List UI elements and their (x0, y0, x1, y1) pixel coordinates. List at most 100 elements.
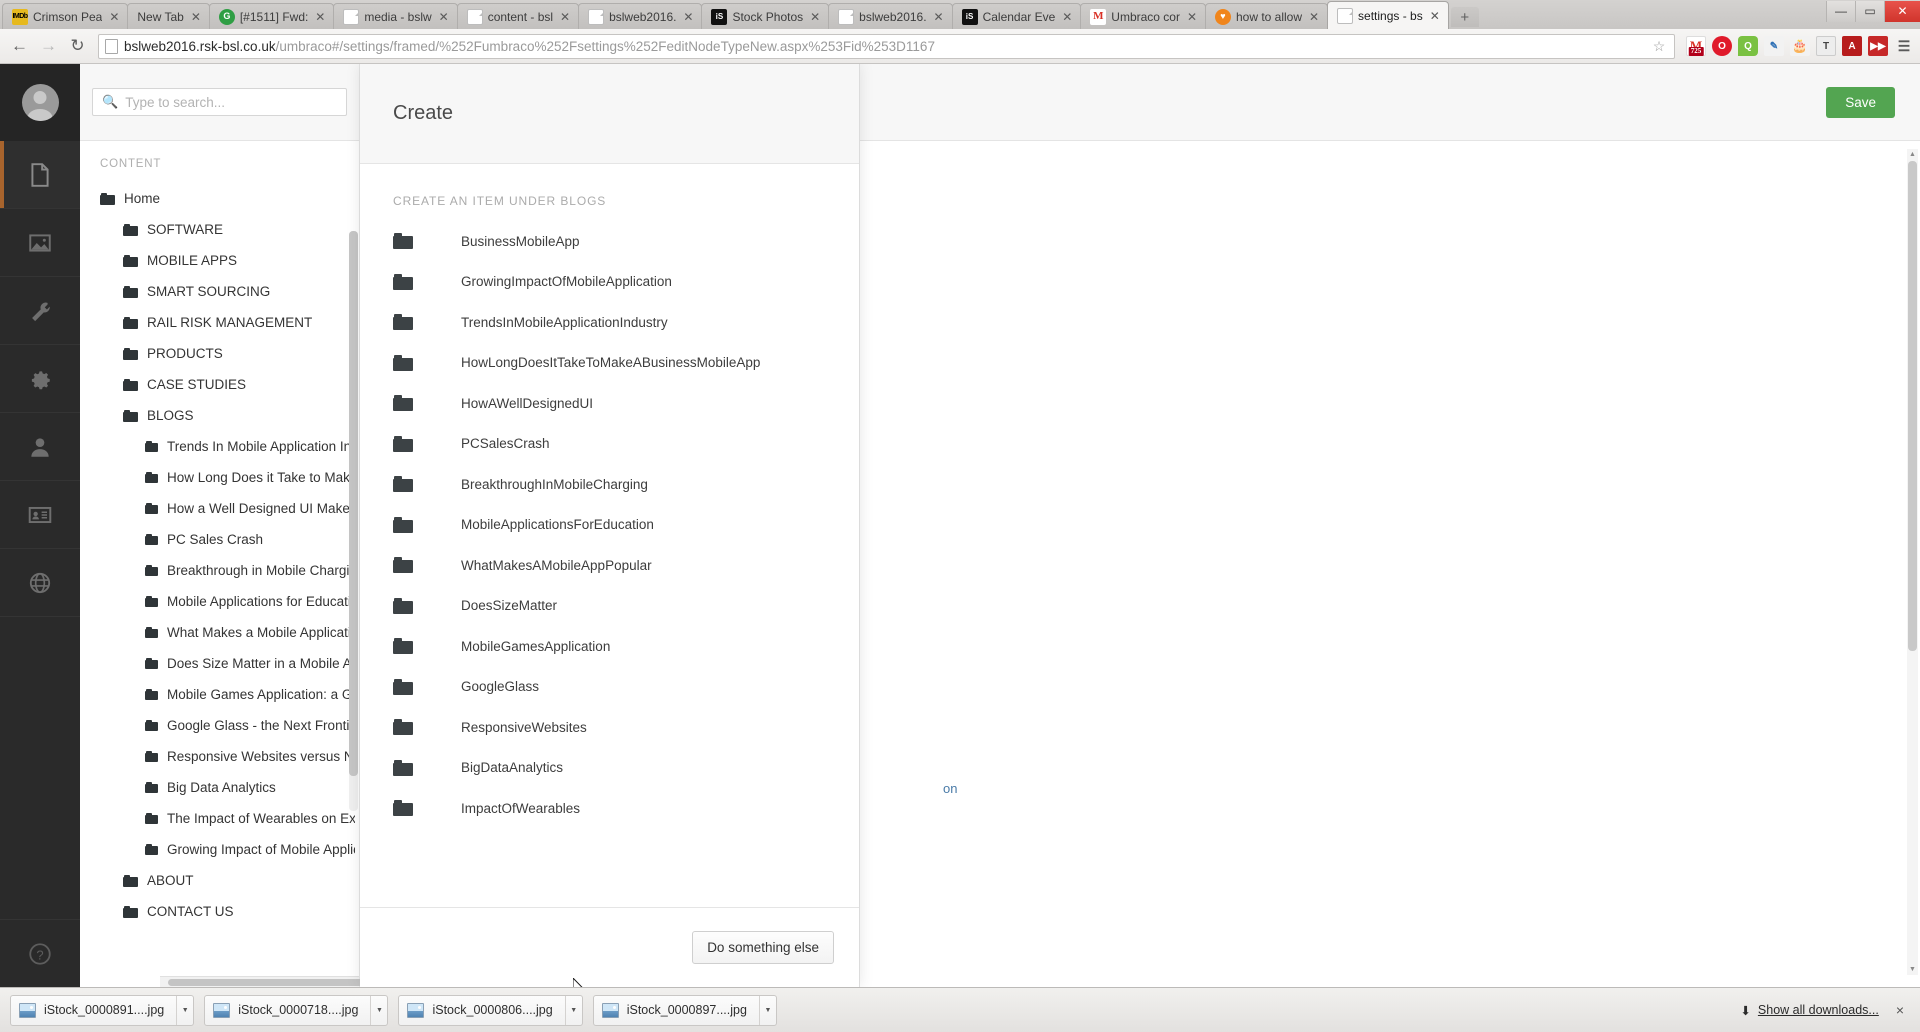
tree-node[interactable]: How Long Does it Take to Make a Busin (80, 462, 359, 493)
browser-tab[interactable]: bslweb2016. ✕ (578, 3, 703, 29)
tree-node[interactable]: RAIL RISK MANAGEMENT (80, 307, 359, 338)
chevron-down-icon[interactable]: ▼ (371, 996, 387, 1025)
avatar-container[interactable] (0, 64, 80, 141)
tree-node[interactable]: Home (80, 183, 359, 214)
close-window-button[interactable]: ✕ (1884, 0, 1920, 22)
tree-node[interactable]: PRODUCTS (80, 338, 359, 369)
evernote-icon[interactable]: 🎂 (1790, 36, 1810, 56)
tree-node[interactable]: SOFTWARE (80, 214, 359, 245)
create-item[interactable]: GrowingImpactOfMobileApplication (360, 262, 859, 303)
quicknote-icon[interactable]: Q (1738, 36, 1758, 56)
download-item-main[interactable]: iStock_0000718....jpg (205, 995, 372, 1025)
translate-icon[interactable]: T (1816, 36, 1836, 56)
close-icon[interactable]: ✕ (681, 10, 695, 24)
page-info-icon[interactable] (105, 38, 118, 54)
avatar[interactable] (21, 84, 59, 121)
create-item[interactable]: BigDataAnalytics (360, 748, 859, 789)
reload-button[interactable]: ↻ (64, 33, 91, 59)
tree-node[interactable]: What Makes a Mobile Application Popu (80, 617, 359, 648)
browser-tab[interactable]: IMDb Crimson Pea ✕ (2, 3, 129, 29)
tree-node[interactable]: MOBILE APPS (80, 245, 359, 276)
create-item[interactable]: HowAWellDesignedUI (360, 383, 859, 424)
sidebar-item-settings[interactable] (0, 277, 80, 345)
tree-node[interactable]: Trends In Mobile Application Industry (80, 431, 359, 462)
browser-tab[interactable]: bslweb2016. ✕ (828, 3, 953, 29)
close-icon[interactable]: ✕ (1185, 10, 1199, 24)
scroll-down-arrow[interactable]: ▼ (1907, 964, 1918, 975)
eyedropper-icon[interactable]: ✎ (1764, 36, 1784, 56)
browser-tab[interactable]: M Umbraco cor ✕ (1080, 3, 1206, 29)
create-item[interactable]: ResponsiveWebsites (360, 707, 859, 748)
tree-node[interactable]: PC Sales Crash (80, 524, 359, 555)
close-icon[interactable]: ✕ (1060, 10, 1074, 24)
close-icon[interactable]: ✕ (189, 10, 203, 24)
search-input[interactable] (125, 94, 337, 110)
chrome-menu-icon[interactable]: ☰ (1894, 36, 1914, 56)
create-item[interactable]: TrendsInMobileApplicationIndustry (360, 302, 859, 343)
new-tab-button[interactable]: + (1450, 7, 1479, 27)
fast-forward-icon[interactable]: ▶▶ (1868, 36, 1888, 56)
create-item[interactable]: MobileApplicationsForEducation (360, 505, 859, 546)
browser-tab[interactable]: ♥ how to allow ✕ (1204, 3, 1329, 29)
create-item[interactable]: GoogleGlass (360, 667, 859, 708)
browser-tab[interactable]: New Tab ✕ (127, 3, 210, 29)
tree-node[interactable]: How a Well Designed UI Makes Mobile (80, 493, 359, 524)
bookmark-star-icon[interactable]: ☆ (1650, 38, 1668, 55)
download-item[interactable]: iStock_0000891....jpg ▼ (10, 994, 195, 1026)
maximize-button[interactable]: ▭ (1855, 0, 1884, 22)
close-shelf-button[interactable]: × (1896, 1002, 1904, 1018)
gmail-icon[interactable]: M 725 (1686, 36, 1706, 56)
tree-node[interactable]: Big Data Analytics (80, 772, 359, 803)
tree-horizontal-scrollbar[interactable] (160, 976, 428, 987)
create-item[interactable]: BusinessMobileApp (360, 221, 859, 262)
tree-node[interactable]: The Impact of Wearables on Existing Sm (80, 803, 359, 834)
show-all-downloads-button[interactable]: ⬇ Show all downloads... (1740, 1003, 1878, 1018)
scrollbar-thumb[interactable] (1908, 161, 1917, 651)
create-item[interactable]: HowLongDoesItTakeToMakeABusinessMobileAp… (360, 343, 859, 384)
sidebar-item-users[interactable] (0, 413, 80, 481)
close-icon[interactable]: ✕ (558, 10, 572, 24)
scrollbar-thumb[interactable] (349, 231, 358, 776)
opera-icon[interactable]: O (1712, 36, 1732, 56)
close-icon[interactable]: ✕ (437, 10, 451, 24)
download-item[interactable]: iStock_0000806....jpg ▼ (398, 994, 583, 1026)
create-item[interactable]: PCSalesCrash (360, 424, 859, 465)
tree-node[interactable]: Google Glass - the Next Frontier for Hu (80, 710, 359, 741)
back-button[interactable]: ← (6, 33, 33, 59)
download-item-main[interactable]: iStock_0000897....jpg (594, 995, 760, 1025)
browser-tab-active[interactable]: settings - bs ✕ (1327, 1, 1449, 29)
sidebar-item-content[interactable] (0, 141, 80, 209)
close-icon[interactable]: ✕ (313, 10, 327, 24)
browser-tab[interactable]: G [#1511] Fwd: ✕ (208, 3, 335, 29)
tree-node[interactable]: Does Size Matter in a Mobile Applicatio (80, 648, 359, 679)
download-item-main[interactable]: iStock_0000806....jpg (399, 995, 566, 1025)
download-item-main[interactable]: iStock_0000891....jpg (11, 995, 178, 1025)
chevron-down-icon[interactable]: ▼ (566, 996, 582, 1025)
tree-node[interactable]: Responsive Websites versus Native App (80, 741, 359, 772)
download-item[interactable]: iStock_0000897....jpg ▼ (592, 994, 777, 1026)
tree-node[interactable]: SMART SOURCING (80, 276, 359, 307)
address-bar[interactable]: bslweb2016.rsk-bsl.co.uk/umbraco#/settin… (98, 33, 1675, 59)
close-icon[interactable]: ✕ (107, 10, 121, 24)
minimize-button[interactable]: — (1826, 0, 1855, 22)
forward-button[interactable]: → (35, 33, 62, 59)
download-item[interactable]: iStock_0000718....jpg ▼ (204, 994, 389, 1026)
create-item[interactable]: BreakthroughInMobileCharging (360, 464, 859, 505)
sidebar-item-members[interactable] (0, 481, 80, 549)
close-icon[interactable]: ✕ (932, 10, 946, 24)
close-icon[interactable]: ✕ (1428, 9, 1442, 23)
adobe-pdf-icon[interactable]: A (1842, 36, 1862, 56)
tree-node[interactable]: Breakthrough in Mobile Charging Techn (80, 555, 359, 586)
main-vertical-scrollbar[interactable]: ▲ ▼ (1907, 149, 1918, 975)
browser-tab[interactable]: iS Stock Photos ✕ (701, 3, 830, 29)
tree-node[interactable]: Growing Impact of Mobile Application a (80, 834, 359, 865)
tree-node[interactable]: CONTACT US (80, 896, 359, 927)
browser-tab[interactable]: media - bslw ✕ (333, 3, 458, 29)
do-something-else-button[interactable]: Do something else (692, 931, 834, 964)
tree-node[interactable]: ABOUT (80, 865, 359, 896)
save-button[interactable]: Save (1826, 86, 1895, 118)
close-icon[interactable]: ✕ (1307, 10, 1321, 24)
chevron-down-icon[interactable]: ▼ (760, 996, 776, 1025)
help-button[interactable]: ? (0, 919, 80, 987)
scroll-up-arrow[interactable]: ▲ (1907, 149, 1918, 160)
